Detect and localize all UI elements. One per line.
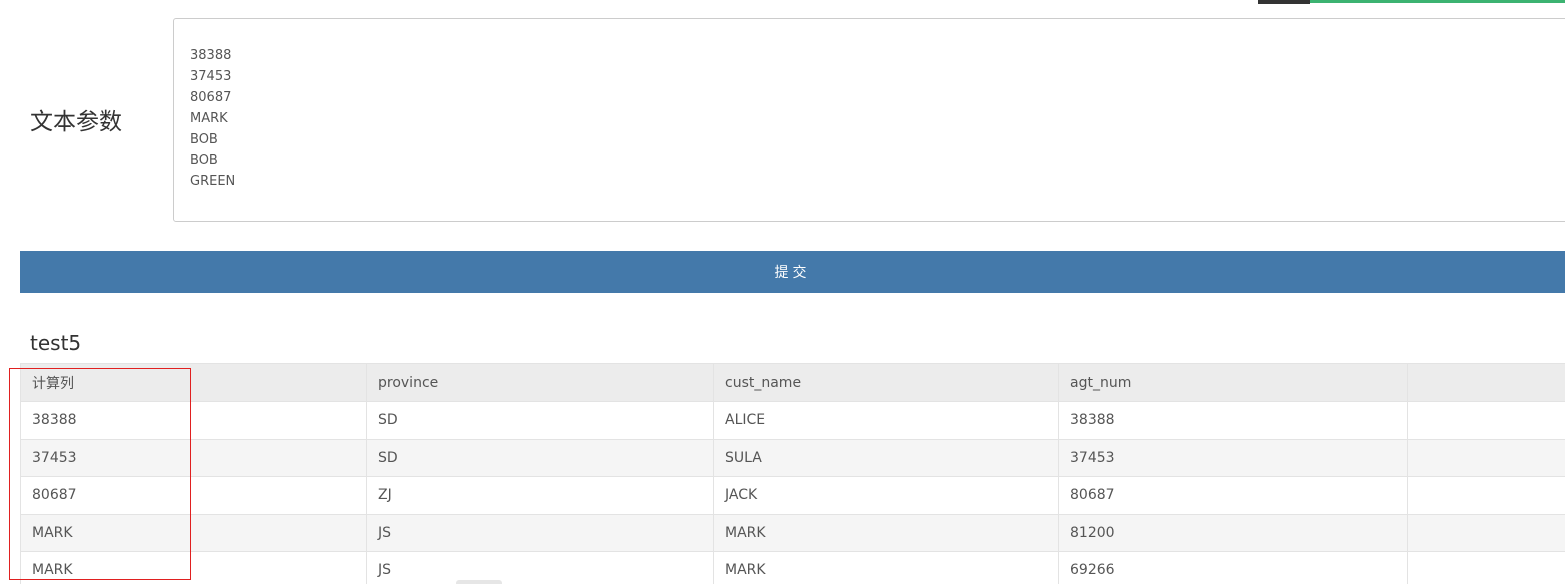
table-cell: SULA <box>713 438 1059 477</box>
table-title: test5 <box>30 331 82 355</box>
table-cell: JACK <box>713 476 1059 515</box>
submit-button[interactable]: 提交 <box>20 251 1565 293</box>
table-cell: 80687 <box>20 476 367 515</box>
table-cell: JS <box>366 551 714 584</box>
textarea-line: MARK <box>190 111 228 126</box>
table-cell: 81200 <box>1058 513 1408 552</box>
textarea-line: 37453 <box>190 69 232 84</box>
column-header-extra <box>1407 363 1565 402</box>
submit-button-label: 提交 <box>774 265 811 281</box>
textarea-line: GREEN <box>190 174 236 189</box>
textarea-line: 80687 <box>190 90 232 105</box>
top-toolbar-dark-segment <box>1258 0 1310 4</box>
textarea-line: BOB <box>190 132 218 147</box>
table-cell: MARK <box>20 551 367 584</box>
text-param-textarea[interactable]: 38388 37453 80687 MARK BOB BOB GREEN <box>173 18 1565 222</box>
table-cell <box>1407 551 1565 584</box>
table-row: MARK JS MARK 81200 <box>20 513 1565 552</box>
table-row: MARK JS MARK 69266 <box>20 551 1565 584</box>
table-cell <box>1407 438 1565 477</box>
result-table: 计算列 province cust_name agt_num 38388 SD … <box>20 363 1565 584</box>
table-cell: MARK <box>713 513 1059 552</box>
table-cell: MARK <box>713 551 1059 584</box>
table-cell: 37453 <box>1058 438 1408 477</box>
table-cell: JS <box>366 513 714 552</box>
text-param-label: 文本参数 <box>30 109 122 135</box>
table-row: 37453 SD SULA 37453 <box>20 438 1565 477</box>
table-cell <box>1407 513 1565 552</box>
table-cell: ZJ <box>366 476 714 515</box>
table-cell: MARK <box>20 513 367 552</box>
textarea-line: BOB <box>190 153 218 168</box>
table-header-row: 计算列 province cust_name agt_num <box>20 363 1565 402</box>
column-header-province[interactable]: province <box>366 363 714 402</box>
table-cell <box>1407 401 1565 440</box>
table-row: 38388 SD ALICE 38388 <box>20 401 1565 440</box>
textarea-line: 38388 <box>190 48 232 63</box>
top-toolbar-green-segment <box>1310 0 1565 3</box>
table-cell: 38388 <box>20 401 367 440</box>
table-cell: 80687 <box>1058 476 1408 515</box>
table-cell: 37453 <box>20 438 367 477</box>
column-header-cust-name[interactable]: cust_name <box>713 363 1059 402</box>
table-cell <box>1407 476 1565 515</box>
table-cell: SD <box>366 401 714 440</box>
column-header-computed[interactable]: 计算列 <box>20 363 367 402</box>
table-cell: SD <box>366 438 714 477</box>
table-cell: 69266 <box>1058 551 1408 584</box>
scrollbar-thumb[interactable] <box>456 580 502 584</box>
table-cell: ALICE <box>713 401 1059 440</box>
column-header-agt-num[interactable]: agt_num <box>1058 363 1408 402</box>
table-cell: 38388 <box>1058 401 1408 440</box>
table-row: 80687 ZJ JACK 80687 <box>20 476 1565 515</box>
